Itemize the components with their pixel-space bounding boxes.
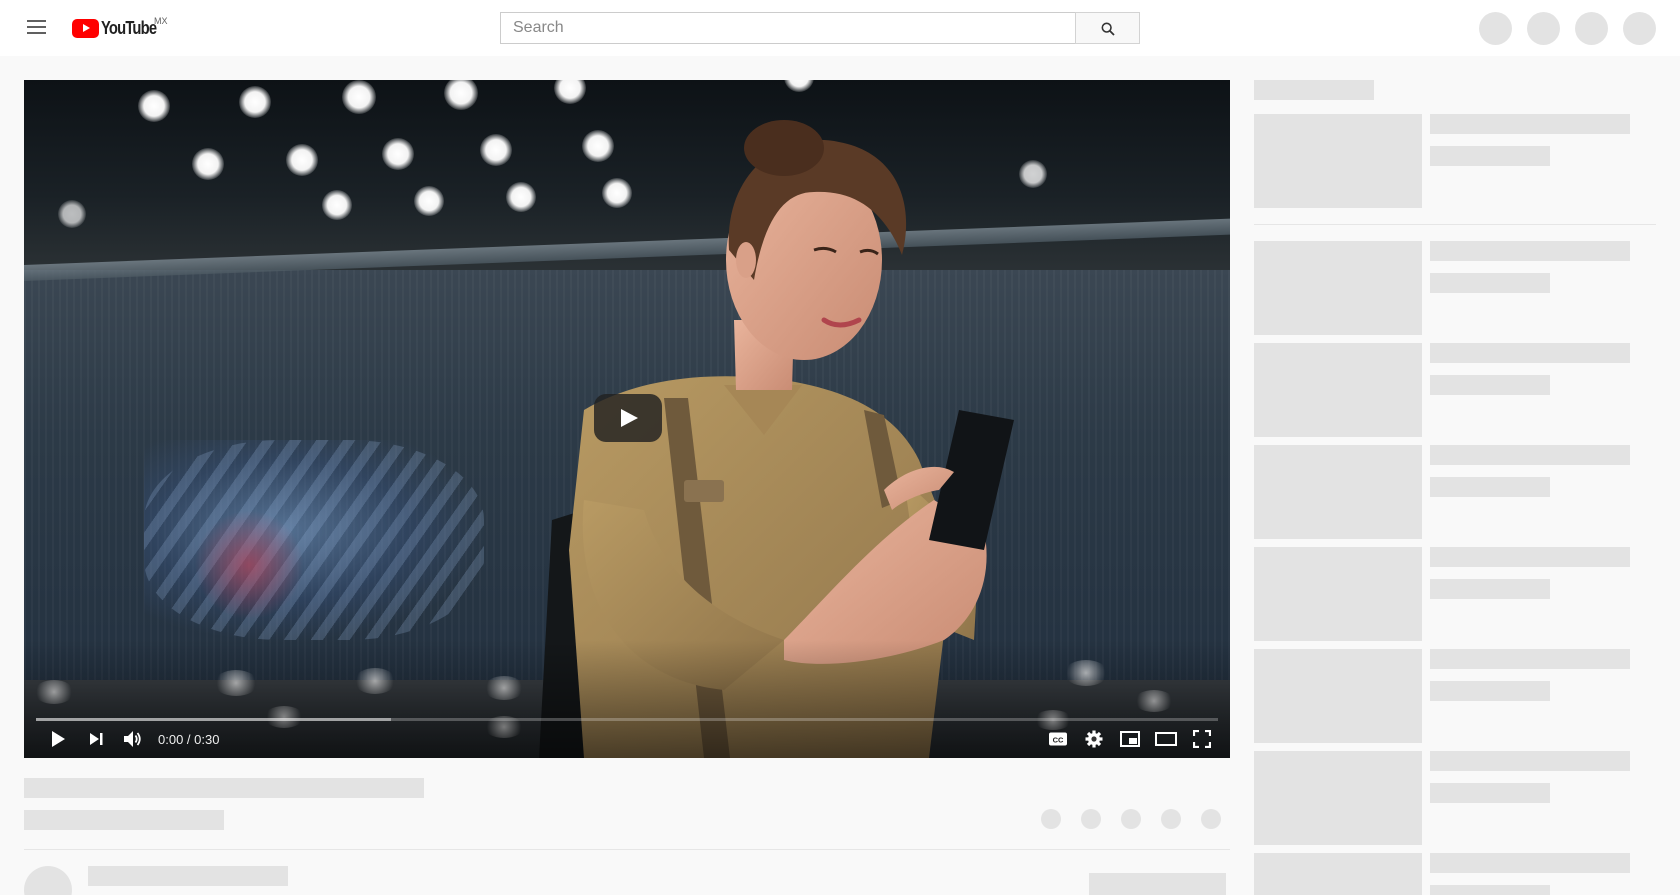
video-title-placeholder [1430, 853, 1630, 873]
video-meta-placeholder [1430, 783, 1550, 803]
next-button[interactable] [82, 728, 110, 750]
svg-text:CC: CC [1053, 736, 1064, 745]
video-title-placeholder [1430, 649, 1630, 669]
time-display: 0:00 / 0:30 [158, 732, 220, 747]
country-code: MX [154, 16, 168, 26]
video-title-placeholder [1430, 241, 1630, 261]
action-placeholder-circle [1041, 809, 1061, 829]
video-meta-placeholder [1430, 681, 1550, 701]
fullscreen-icon [1193, 730, 1211, 748]
next-icon [90, 733, 103, 745]
large-play-button[interactable] [594, 394, 662, 442]
channel-name-placeholder [88, 866, 288, 886]
thumbnail-placeholder [1254, 343, 1422, 437]
settings-icon [1085, 730, 1103, 748]
video-title-placeholder [1430, 114, 1630, 134]
logo-text: YouTube [101, 17, 157, 38]
volume-icon [124, 731, 141, 747]
action-placeholder-circle [1201, 809, 1221, 829]
video-title-placeholder [1430, 547, 1630, 567]
search-button[interactable] [1075, 12, 1140, 44]
video-meta-placeholder [1430, 579, 1550, 599]
video-meta-placeholder [1430, 273, 1550, 293]
search-input[interactable] [500, 12, 1076, 44]
video-title-placeholder [1430, 445, 1630, 465]
progress-bar[interactable] [36, 718, 1218, 721]
video-player[interactable]: 0:00 / 0:30 CC [24, 80, 1230, 758]
theater-mode-icon [1155, 732, 1177, 746]
volume-button[interactable] [118, 728, 146, 750]
masthead: YouTube MX [0, 0, 1680, 56]
miniplayer-icon [1120, 731, 1140, 747]
channel-avatar-placeholder [24, 866, 72, 895]
view-count-placeholder [24, 810, 224, 830]
video-meta-placeholder [1430, 375, 1550, 395]
video-title-placeholder [1430, 751, 1630, 771]
settings-button[interactable] [1080, 728, 1108, 750]
video-meta-placeholder [1430, 477, 1550, 497]
miniplayer-button[interactable] [1116, 728, 1144, 750]
fullscreen-button[interactable] [1188, 728, 1216, 750]
captions-icon: CC [1049, 732, 1067, 746]
action-placeholder-circle [1081, 809, 1101, 829]
video-meta-placeholder [1430, 146, 1550, 166]
thumbnail-placeholder [1254, 547, 1422, 641]
search-icon [1101, 22, 1115, 36]
hamburger-menu-icon[interactable] [22, 16, 50, 40]
header-placeholder-circle [1575, 12, 1608, 45]
action-placeholder-circle [1121, 809, 1141, 829]
divider [24, 849, 1230, 850]
header-placeholder-circle [1479, 12, 1512, 45]
video-title-placeholder [1430, 343, 1630, 363]
theater-mode-button[interactable] [1152, 728, 1180, 750]
sidebar-header-placeholder [1254, 80, 1374, 100]
video-meta-placeholder [1430, 885, 1550, 895]
thumbnail-placeholder [1254, 445, 1422, 539]
action-placeholder-circle [1161, 809, 1181, 829]
thumbnail-placeholder [1254, 751, 1422, 845]
thumbnail-placeholder [1254, 853, 1422, 895]
youtube-logo-icon [72, 18, 99, 38]
title-placeholder [24, 778, 424, 798]
captions-button[interactable]: CC [1044, 728, 1072, 750]
header-placeholder-circle [1527, 12, 1560, 45]
divider [1254, 224, 1656, 225]
progress-loaded [36, 718, 391, 721]
thumbnail-placeholder [1254, 649, 1422, 743]
header-placeholder-circle [1623, 12, 1656, 45]
thumbnail-placeholder [1254, 114, 1422, 208]
subscribe-placeholder [1089, 873, 1226, 895]
play-icon [52, 731, 65, 747]
play-button[interactable] [44, 728, 72, 750]
thumbnail-placeholder [1254, 241, 1422, 335]
